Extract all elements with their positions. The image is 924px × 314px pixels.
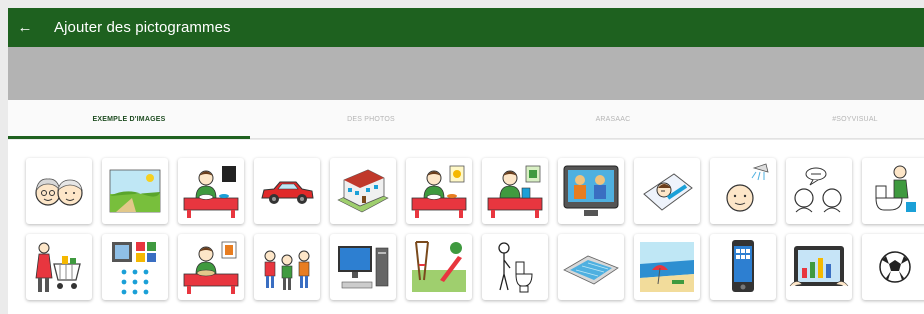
- beach-icon: [640, 242, 694, 292]
- school-building-icon: [337, 169, 389, 213]
- lunch-day-icon: [411, 165, 467, 218]
- pictogram-tile[interactable]: [862, 234, 924, 300]
- arrow-left-icon: ←: [17, 19, 33, 36]
- tab-sample-images[interactable]: EXEMPLE D'IMAGES: [8, 100, 250, 138]
- soccer-ball-icon: [879, 251, 911, 283]
- tablet-icon: [789, 246, 849, 287]
- pictogram-tile[interactable]: [406, 234, 472, 300]
- pictogram-tile[interactable]: [710, 158, 776, 224]
- pictogram-tile[interactable]: [862, 158, 924, 224]
- pictogram-grid: [8, 140, 924, 314]
- toilet-stand-icon: [498, 242, 533, 293]
- pictogram-tile[interactable]: [482, 158, 548, 224]
- tab-arasaac[interactable]: ARASAAC: [492, 100, 734, 138]
- cooking-icon: [487, 165, 543, 218]
- television-family-icon: [563, 165, 619, 216]
- pictogram-tile[interactable]: [786, 234, 852, 300]
- back-button[interactable]: ←: [8, 8, 42, 47]
- pictogram-tile[interactable]: [406, 158, 472, 224]
- landscape-icon: [109, 169, 161, 213]
- sleeping-child-icon: [643, 173, 693, 211]
- desktop-computer-icon: [338, 246, 389, 289]
- playground-icon: [412, 241, 466, 292]
- pictogram-tile[interactable]: [634, 234, 700, 300]
- pictogram-tile[interactable]: [178, 158, 244, 224]
- pictogram-tile[interactable]: [558, 234, 624, 300]
- pictogram-tile[interactable]: [178, 234, 244, 300]
- friends-group-icon: [264, 250, 310, 290]
- shopping-cart-icon: [35, 242, 81, 292]
- conversation-icon: [794, 167, 842, 213]
- pictogram-tile[interactable]: [26, 158, 92, 224]
- pictogram-tile[interactable]: [710, 234, 776, 300]
- puzzle-game-icon: [112, 242, 156, 295]
- pictogram-tile[interactable]: [26, 234, 92, 300]
- tab-photos[interactable]: DES PHOTOS: [250, 100, 492, 138]
- pictogram-tile[interactable]: [482, 234, 548, 300]
- pictogram-tile[interactable]: [786, 158, 852, 224]
- pictogram-tile[interactable]: [558, 158, 624, 224]
- tab-soyvisual[interactable]: #SOYVISUAL: [734, 100, 924, 138]
- app-bar: ← Ajouter des pictogrammes: [8, 8, 924, 47]
- header-band: [8, 47, 924, 100]
- active-tab-indicator: [8, 136, 250, 139]
- pictogram-tile[interactable]: [330, 234, 396, 300]
- pictogram-tile[interactable]: [330, 158, 396, 224]
- smartphone-icon: [732, 240, 754, 292]
- tab-bar: EXEMPLE D'IMAGES DES PHOTOS ARASAAC #SOY…: [8, 100, 924, 139]
- toilet-person-icon: [875, 165, 916, 212]
- pictogram-tile[interactable]: [102, 234, 168, 300]
- car-icon: [261, 181, 314, 204]
- baking-icon: [183, 241, 239, 294]
- pictogram-tile[interactable]: [254, 158, 320, 224]
- pictogram-tile[interactable]: [634, 158, 700, 224]
- page-title: Ajouter des pictogrammes: [54, 19, 231, 36]
- dinner-night-icon: [183, 166, 239, 218]
- swimming-pool-icon: [563, 255, 619, 285]
- pictogram-tile[interactable]: [254, 234, 320, 300]
- elderly-couple-icon: [35, 178, 83, 206]
- pictogram-tile[interactable]: [102, 158, 168, 224]
- shower-baby-icon: [726, 163, 769, 212]
